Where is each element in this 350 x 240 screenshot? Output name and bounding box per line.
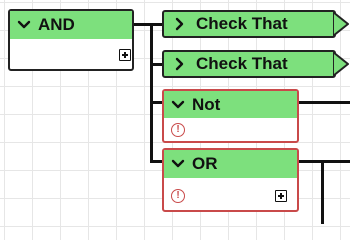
check-that-block[interactable]: Check That: [162, 10, 336, 38]
connector-wire: [132, 23, 152, 26]
expand-plus-icon[interactable]: [119, 49, 131, 61]
connector-arrow: [333, 11, 349, 37]
block-label: Not: [192, 94, 221, 114]
check-that-block[interactable]: Check That: [162, 50, 336, 78]
and-block-header[interactable]: AND: [10, 11, 132, 39]
chevron-right-icon[interactable]: [164, 12, 196, 36]
connector-arrow: [333, 51, 349, 77]
not-block-header[interactable]: Not: [164, 91, 297, 118]
chevron-down-icon[interactable]: [10, 11, 38, 39]
or-block[interactable]: OR !: [162, 148, 299, 212]
chevron-down-icon[interactable]: [164, 91, 192, 118]
error-exclamation-icon[interactable]: !: [171, 123, 185, 137]
block-label: AND: [38, 15, 75, 34]
expand-plus-icon[interactable]: [275, 190, 287, 202]
block-label: Check That: [196, 54, 288, 73]
block-label: OR: [192, 154, 218, 173]
block-label: Check That: [196, 14, 288, 33]
and-block[interactable]: AND: [8, 9, 134, 71]
connector-wire: [150, 23, 153, 163]
not-block[interactable]: Not !: [162, 89, 299, 143]
or-block-header[interactable]: OR: [164, 150, 297, 178]
connector-wire: [321, 160, 324, 224]
chevron-right-icon[interactable]: [164, 52, 196, 76]
chevron-down-icon[interactable]: [164, 150, 192, 178]
logic-canvas[interactable]: AND Check That Check That Not ! OR !: [0, 0, 350, 224]
connector-wire: [297, 101, 350, 104]
error-exclamation-icon[interactable]: !: [171, 189, 185, 203]
